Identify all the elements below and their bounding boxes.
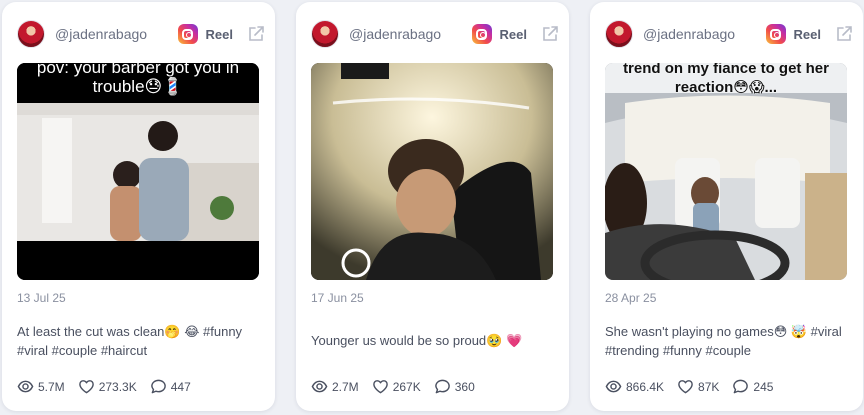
likes-stat: 87K	[677, 378, 719, 395]
post-card[interactable]: @jadenrabago Reel trend on my fiance to …	[590, 2, 863, 411]
card-header: @jadenrabago Reel	[17, 19, 265, 49]
post-date: 17 Jun 25	[311, 291, 364, 305]
post-card[interactable]: @jadenrabago Reel pov: your barber got y…	[2, 2, 275, 411]
avatar[interactable]	[311, 20, 339, 48]
likes-stat: 273.3K	[78, 378, 137, 395]
username[interactable]: @jadenrabago	[643, 26, 766, 42]
post-thumbnail[interactable]	[311, 63, 553, 280]
post-thumbnail[interactable]: pov: your barber got you in trouble😓💈	[17, 63, 259, 280]
comments-count: 245	[753, 379, 774, 394]
eye-icon	[311, 380, 328, 393]
post-thumbnail[interactable]: trend on my fiance to get her reaction😳😱…	[605, 63, 847, 280]
views-count: 866.4K	[626, 379, 665, 394]
username[interactable]: @jadenrabago	[55, 26, 178, 42]
external-link-icon[interactable]	[247, 25, 265, 43]
comments-stat: 360	[434, 378, 475, 395]
views-stat: 5.7M	[17, 378, 65, 395]
external-link-icon[interactable]	[541, 25, 559, 43]
likes-count: 87K	[698, 379, 720, 394]
platform-type-label: Reel	[793, 26, 821, 42]
card-header: @jadenrabago Reel	[605, 19, 853, 49]
heart-icon	[78, 380, 94, 394]
views-stat: 2.7M	[311, 378, 359, 395]
instagram-icon	[471, 24, 492, 44]
eye-icon	[17, 380, 34, 393]
platform-type-label: Reel	[499, 26, 527, 42]
post-stats: 5.7M 273.3K 447	[17, 378, 204, 395]
post-caption: At least the cut was clean🤭 😂 #funny #vi…	[17, 324, 243, 358]
post-card[interactable]: @jadenrabago Reel 17 Jun 25 Younger us w…	[296, 2, 569, 411]
post-date: 13 Jul 25	[17, 291, 66, 305]
platform-type-label: Reel	[205, 26, 233, 42]
card-header: @jadenrabago Reel	[311, 19, 559, 49]
comments-stat: 447	[150, 378, 191, 395]
post-caption: She wasn't playing no games😳 🤯 #viral #t…	[605, 324, 842, 358]
post-caption: Younger us would be so proud🥹 💗	[311, 333, 523, 348]
post-stats: 866.4K 87K 245	[605, 378, 786, 395]
avatar[interactable]	[17, 20, 45, 48]
instagram-icon	[177, 24, 198, 44]
comments-count: 447	[170, 379, 191, 394]
post-stats: 2.7M 267K 360	[311, 378, 488, 395]
comment-icon	[150, 379, 166, 394]
comment-icon	[434, 379, 450, 394]
eye-icon	[605, 380, 622, 393]
views-count: 2.7M	[332, 379, 359, 394]
likes-count: 267K	[392, 379, 421, 394]
external-link-icon[interactable]	[835, 25, 853, 43]
comments-stat: 245	[732, 378, 773, 395]
heart-icon	[678, 380, 693, 394]
username[interactable]: @jadenrabago	[349, 26, 472, 42]
views-stat: 866.4K	[605, 378, 664, 395]
heart-icon	[372, 380, 388, 394]
media-overlay-text: pov: your barber got you in trouble😓💈	[36, 63, 240, 96]
post-date: 28 Apr 25	[605, 291, 657, 305]
comment-icon	[733, 379, 749, 394]
comments-count: 360	[454, 379, 475, 394]
avatar[interactable]	[605, 20, 633, 48]
likes-count: 273.3K	[98, 379, 137, 394]
media-overlay-text: trend on my fiance to get her reaction😳😱…	[623, 63, 829, 96]
instagram-icon	[765, 24, 786, 44]
views-count: 5.7M	[38, 379, 65, 394]
likes-stat: 267K	[372, 378, 421, 395]
